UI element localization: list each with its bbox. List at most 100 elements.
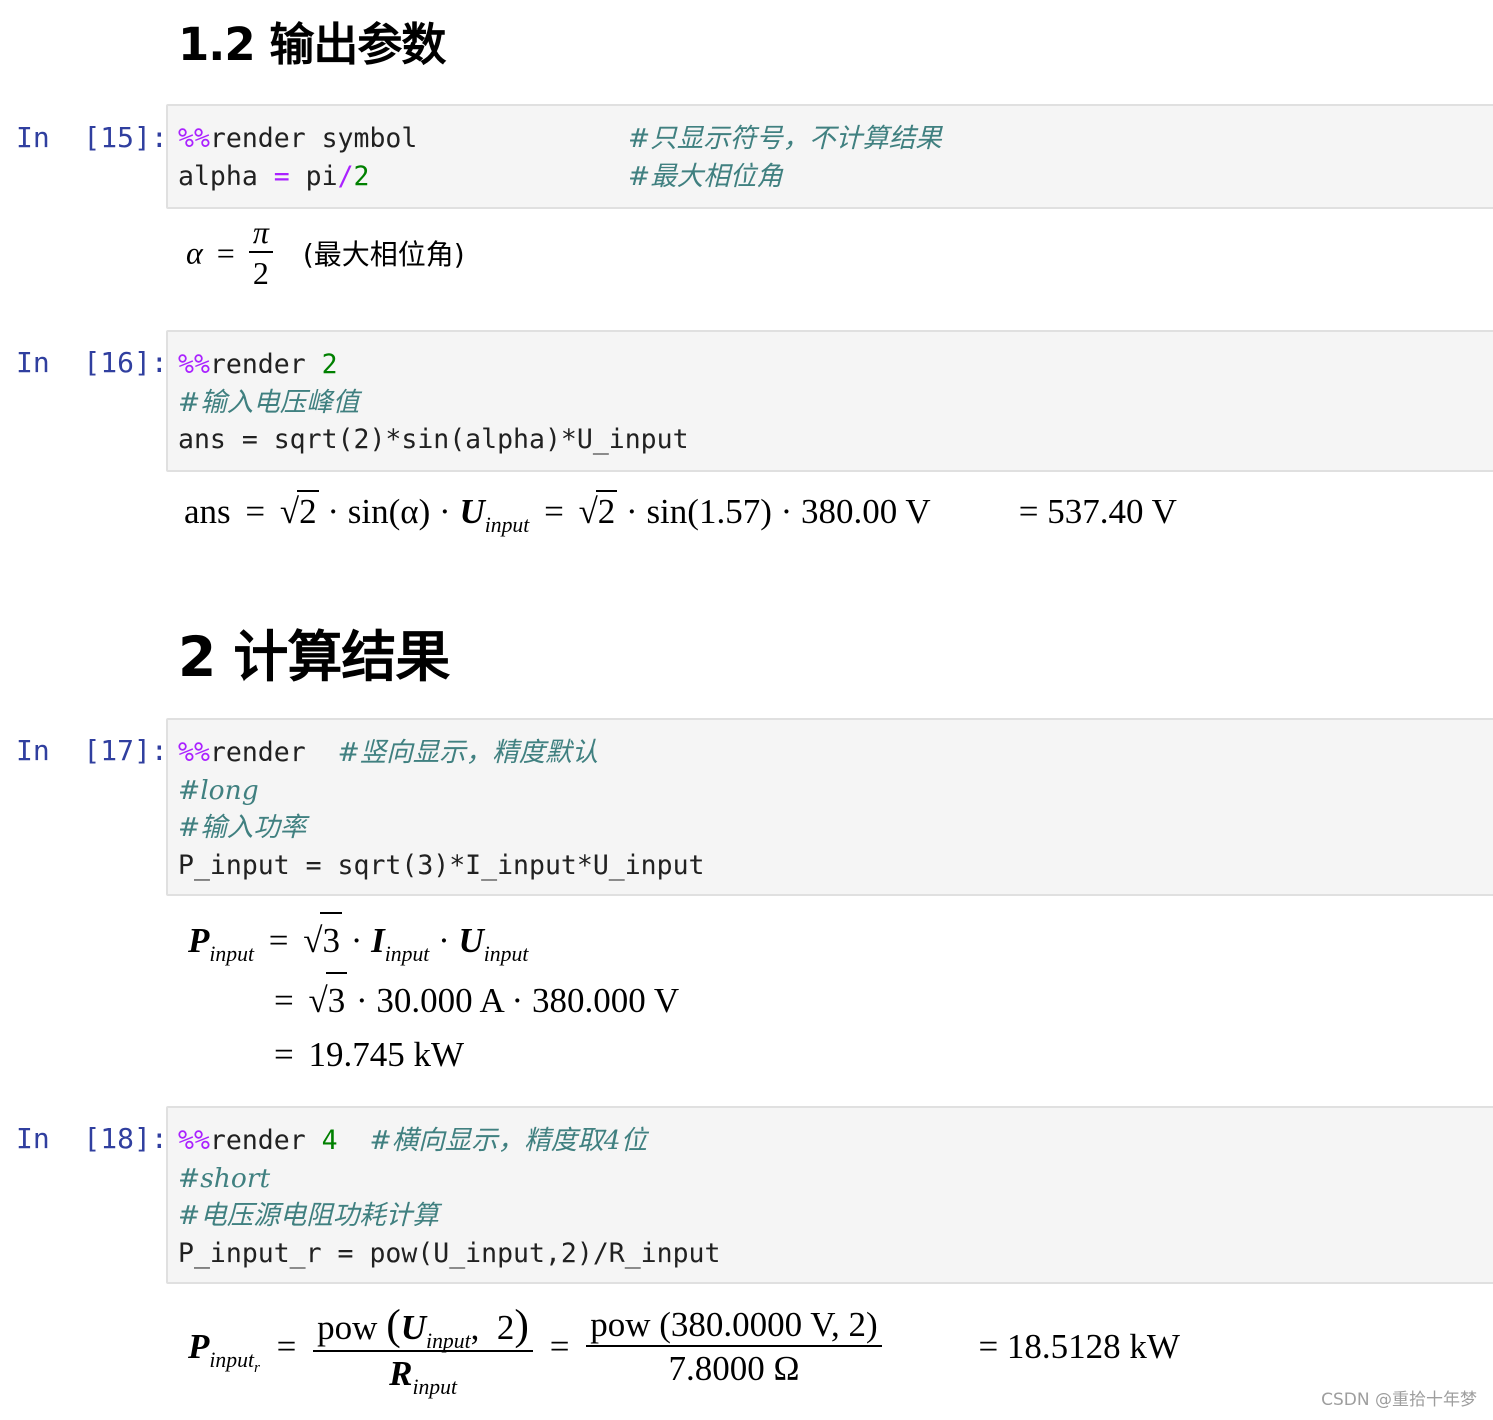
- code-comment: #最大相位角: [628, 160, 783, 192]
- math-subscript: input: [484, 513, 530, 538]
- math-equals: =: [274, 1035, 294, 1074]
- math-subscript: input: [384, 942, 430, 967]
- fraction-numerator: π: [252, 214, 269, 250]
- math-result: = 18.5128 kW: [978, 1327, 1180, 1366]
- fraction-numerator: pow (Uinput, 2): [317, 1301, 529, 1354]
- cell-prompt-15: In [15]:: [16, 121, 168, 154]
- math-sin-symbolic: sin(α): [347, 492, 431, 531]
- code-cell-15[interactable]: %%render symbol #只显示符号，不计算结果 alpha = pi/2…: [166, 104, 1493, 209]
- code-number: 2: [321, 349, 338, 380]
- math-fraction-symbolic: pow (Uinput, 2) Rinput: [313, 1300, 533, 1399]
- math-dot: ·: [780, 492, 793, 531]
- math-sqrt: √2: [279, 490, 319, 531]
- code-operator: =: [273, 160, 290, 192]
- code-line: P_input = sqrt(3)*I_input*U_input: [178, 849, 705, 881]
- math-symbol-U: U: [400, 1308, 427, 1347]
- math-voltage-value: 380.00 V: [801, 492, 931, 531]
- output-15: α = π2 (最大相位角): [186, 214, 465, 292]
- math-fraction-numeric: pow (380.0000 V, 2) 7.8000 Ω: [586, 1305, 882, 1389]
- code-var: pi: [289, 160, 338, 192]
- output-16: ans = √2 · sin(α) · Uinput = √2 · sin(1.…: [184, 490, 1177, 537]
- section-heading-results: 2 计算结果: [178, 625, 450, 689]
- math-equals: =: [549, 1327, 570, 1366]
- math-subscript: inputr: [209, 1348, 260, 1376]
- code-comment: #short: [178, 1162, 271, 1194]
- fraction-denominator: Rinput: [313, 1350, 533, 1399]
- math-symbol-alpha: α: [186, 234, 203, 271]
- math-equals: =: [216, 234, 235, 271]
- code-cell-18[interactable]: %%render 4 #横向显示，精度取4位 #short #电压源电阻功耗计算…: [166, 1106, 1493, 1284]
- math-current-value: 30.000 A: [376, 981, 503, 1020]
- math-result: 19.745 kW: [308, 1035, 465, 1074]
- code-comment: #long: [178, 774, 259, 806]
- math-sqrt: √3: [309, 972, 348, 1028]
- math-fraction: π2: [248, 214, 273, 292]
- magic-command: render: [209, 349, 322, 380]
- math-voltage-value: 380.000 V: [531, 981, 680, 1020]
- code-number: 4: [321, 1125, 338, 1156]
- math-symbol-R: R: [389, 1354, 413, 1393]
- code-line: ans = sqrt(2)*sin(alpha)*U_input: [178, 424, 689, 455]
- code-cell-17[interactable]: %%render #竖向显示，精度默认 #long #输入功率 P_input …: [166, 718, 1493, 896]
- math-equals: =: [245, 492, 266, 531]
- cell-prompt-17: In [17]:: [16, 734, 168, 767]
- cell-prompt-16: In [16]:: [16, 346, 168, 379]
- code-comment: #输入电压峰值: [178, 386, 360, 418]
- code-comment: #只显示符号，不计算结果: [628, 123, 942, 154]
- sqrt-radicand: 3: [320, 912, 342, 968]
- math-lhs: ans: [184, 492, 231, 531]
- math-symbol-I: I: [371, 921, 385, 960]
- math-row: = √3 · 30.000 A · 380.000 V: [188, 972, 679, 1028]
- math-subsubscript: r: [253, 1358, 260, 1376]
- math-row: Pinput = √3 · Iinput · Uinput: [188, 912, 679, 972]
- code-editor-15[interactable]: %%render symbol #只显示符号，不计算结果 alpha = pi/2…: [178, 120, 942, 195]
- code-cell-16[interactable]: %%render 2 #输入电压峰值 ans = sqrt(2)*sin(alp…: [166, 330, 1493, 472]
- sqrt-radicand: 3: [325, 972, 348, 1028]
- code-number: 2: [353, 160, 370, 192]
- math-symbol-U: U: [458, 921, 484, 960]
- code-comment: #输入功率: [178, 812, 307, 843]
- math-dot: ·: [626, 492, 638, 531]
- math-result: = 537.40 V: [1018, 492, 1177, 531]
- math-sqrt: √3: [303, 912, 342, 968]
- code-editor-17[interactable]: %%render #竖向显示，精度默认 #long #输入功率 P_input …: [178, 734, 705, 884]
- section-heading-output-params: 1.2 输出参数: [178, 18, 446, 71]
- math-symbol-U: U: [459, 492, 485, 531]
- code-var: alpha: [178, 160, 274, 192]
- fraction-denominator: 2: [248, 251, 273, 292]
- math-subscript: input: [483, 942, 529, 967]
- magic-command: render: [209, 1125, 322, 1156]
- math-equals: =: [544, 492, 564, 531]
- math-note: (最大相位角): [302, 238, 465, 271]
- code-operator: /: [337, 160, 354, 192]
- cell-prompt-18: In [18]:: [16, 1122, 168, 1155]
- code-line: P_input_r = pow(U_input,2)/R_input: [178, 1237, 721, 1269]
- magic-command: render symbol: [209, 123, 418, 154]
- sqrt-radicand: 2: [297, 490, 319, 531]
- math-row: = 19.745 kW: [188, 1028, 679, 1082]
- code-editor-18[interactable]: %%render 4 #横向显示，精度取4位 #short #电压源电阻功耗计算…: [178, 1122, 720, 1272]
- code-editor-16[interactable]: %%render 2 #输入电压峰值 ans = sqrt(2)*sin(alp…: [178, 346, 689, 459]
- math-symbol-P: P: [188, 921, 210, 960]
- code-comment: #竖向显示，精度默认: [337, 737, 599, 768]
- output-18: Pinputr = pow (Uinput, 2) Rinput = pow (…: [188, 1300, 1180, 1399]
- math-symbol-P: P: [188, 1327, 210, 1366]
- math-equals: =: [274, 981, 294, 1020]
- magic-prefix: %%: [178, 349, 210, 380]
- code-comment: #横向显示，精度取4位: [369, 1125, 648, 1156]
- math-lhs: Pinputr: [188, 1327, 260, 1376]
- magic-prefix: %%: [178, 1125, 210, 1156]
- output-17: Pinput = √3 · Iinput · Uinput = √3 · 30.…: [188, 912, 679, 1082]
- code-comment: #电压源电阻功耗计算: [178, 1200, 439, 1231]
- watermark: CSDN @重拾十年梦: [1321, 1390, 1477, 1410]
- magic-prefix: %%: [178, 123, 210, 154]
- magic-prefix: %%: [178, 737, 210, 768]
- fraction-numerator: pow (380.0000 V, 2): [590, 1305, 878, 1344]
- math-equals: =: [276, 1327, 297, 1366]
- math-sin-value: sin(1.57): [646, 492, 772, 531]
- magic-command: render: [209, 737, 338, 768]
- math-dot: ·: [327, 492, 340, 531]
- math-sqrt: √2: [578, 490, 618, 531]
- math-equals: =: [268, 921, 289, 960]
- math-dot: ·: [439, 492, 451, 531]
